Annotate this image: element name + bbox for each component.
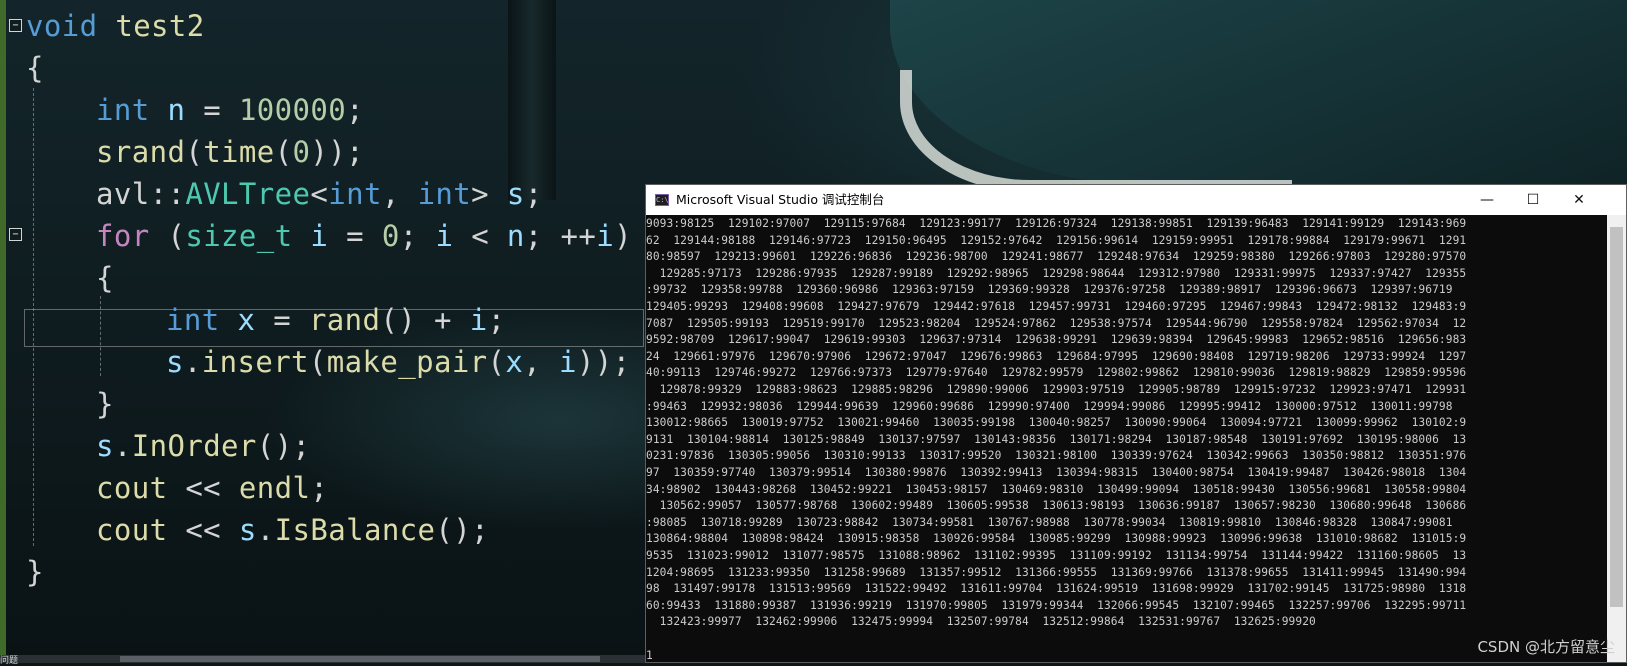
maximize-button[interactable]: ☐ — [1510, 185, 1556, 215]
status-label: 问题 — [0, 656, 19, 666]
code-token: AVLTree — [185, 177, 311, 211]
code-token: srand — [96, 135, 186, 169]
console-output-line: :99732 129358:99788 129360:96986 129363:… — [646, 283, 1453, 297]
horizontal-scrollbar[interactable] — [0, 655, 645, 663]
console-output-line: 130012:98665 130019:97752 130021:99460 1… — [646, 416, 1467, 430]
code-token: n — [167, 93, 186, 127]
code-token: i — [596, 219, 615, 253]
console-output-line: 24 129661:97976 129670:97906 129672:9704… — [646, 349, 1467, 363]
debug-console-window[interactable]: C:\ Microsoft Visual Studio 调试控制台 — ☐ ✕ … — [645, 184, 1627, 663]
console-output-line: 1 — [646, 648, 653, 662]
code-token: insert — [201, 345, 309, 379]
console-output-line: :99463 129932:98036 129944:99639 129960:… — [646, 399, 1453, 413]
background-image-post — [508, 0, 556, 200]
console-output-line: 129285:97173 129286:97935 129287:99189 1… — [646, 266, 1467, 280]
code-line[interactable]: int x = rand() + i; — [166, 302, 505, 338]
code-token: test2 — [115, 9, 205, 43]
console-output-line: 9131 130104:98814 130125:98849 130137:97… — [646, 432, 1467, 446]
code-token: make_pair — [326, 345, 488, 379]
code-line[interactable]: srand(time(0)); — [96, 134, 364, 170]
code-line[interactable]: { — [96, 260, 114, 296]
console-app-icon: C:\ — [655, 194, 669, 206]
code-line[interactable]: cout << s.IsBalance(); — [96, 512, 489, 548]
code-token: IsBalance — [274, 513, 436, 547]
code-token: 100000 — [238, 93, 347, 127]
code-line[interactable]: for (size_t i = 0; i < n; ++i) — [96, 218, 632, 254]
console-output-line: 60:99433 131880:99387 131936:99219 13197… — [646, 598, 1467, 612]
scrollbar-thumb[interactable] — [1610, 227, 1623, 607]
collapse-icon[interactable]: − — [9, 19, 22, 32]
console-output[interactable]: 9093:98125 129102:97007 129115:97684 129… — [646, 215, 1606, 662]
code-token: rand — [308, 303, 381, 337]
code-line[interactable]: int n = 100000; — [96, 92, 364, 128]
vertical-scrollbar[interactable] — [1607, 215, 1626, 662]
console-output-line: 40:99113 129746:99272 129766:97373 12977… — [646, 366, 1467, 380]
code-token: for — [96, 219, 150, 253]
console-output-line: 9093:98125 129102:97007 129115:97684 129… — [646, 217, 1467, 230]
console-output-line: 129405:99293 129408:99608 129427:97679 1… — [646, 300, 1467, 313]
console-output-line: 132423:99977 132462:99906 132475:99994 1… — [646, 615, 1316, 629]
code-token: avl — [96, 177, 150, 211]
code-token: endl — [238, 471, 311, 505]
code-token: int — [328, 177, 382, 211]
console-output-line: 0231:97836 130305:99056 130310:99133 130… — [646, 449, 1467, 463]
code-token: n — [506, 219, 525, 253]
code-token: int — [96, 93, 150, 127]
console-output-line: 130562:99057 130577:98768 130602:99489 1… — [646, 499, 1467, 513]
code-token: i — [435, 219, 454, 253]
code-line[interactable]: void test2 — [26, 8, 205, 44]
minimize-button[interactable]: — — [1464, 185, 1510, 215]
console-titlebar[interactable]: C:\ Microsoft Visual Studio 调试控制台 — ☐ ✕ — [646, 185, 1626, 215]
code-token: x — [505, 345, 524, 379]
code-token: void — [26, 9, 98, 43]
code-token: size_t — [185, 219, 293, 253]
code-token: x — [237, 303, 256, 337]
code-token: cout — [96, 513, 168, 547]
console-output-line: 62 129144:98188 129146:97723 129150:9649… — [646, 233, 1467, 247]
code-token: int — [417, 177, 472, 211]
console-output-line: 130864:98804 130898:98424 130915:98358 1… — [646, 532, 1467, 546]
code-line[interactable]: cout << endl; — [96, 470, 328, 506]
code-token: s — [166, 345, 184, 379]
scrollbar-thumb[interactable] — [120, 656, 600, 662]
close-button[interactable]: ✕ — [1556, 185, 1602, 215]
code-token: s — [238, 513, 257, 547]
code-token: 0 — [292, 135, 311, 169]
change-margin-bar — [0, 0, 6, 663]
code-line[interactable]: s.InOrder(); — [96, 428, 310, 464]
console-output-line: 9535 131023:99012 131077:98575 131088:98… — [646, 549, 1467, 562]
code-token: time — [203, 135, 275, 169]
console-output-line: 129878:99329 129883:98623 129885:98296 1… — [646, 383, 1467, 396]
console-output-line: 97 130359:97740 130379:99514 130380:9987… — [646, 466, 1467, 479]
csdn-watermark: CSDN @北方留意尘 — [1477, 638, 1615, 656]
collapse-icon[interactable]: − — [9, 228, 22, 241]
code-token: int — [166, 303, 220, 337]
code-token: i — [310, 219, 329, 253]
window-title: Microsoft Visual Studio 调试控制台 — [676, 192, 885, 207]
code-line[interactable]: s.insert(make_pair(x, i)); — [166, 344, 631, 380]
code-line[interactable]: } — [26, 554, 44, 590]
console-output-line: 80:98597 129213:99601 129226:96836 12923… — [646, 250, 1467, 264]
code-token: i — [469, 303, 488, 337]
code-line[interactable]: } — [96, 386, 114, 422]
code-token: cout — [96, 471, 168, 505]
code-line[interactable]: avl::AVLTree<int, int> s; — [96, 176, 543, 212]
code-line[interactable]: { — [26, 50, 44, 86]
console-output-line: 7087 129505:99193 129519:99170 129523:98… — [646, 316, 1467, 330]
background-image-stripe — [900, 70, 1292, 192]
console-output-line: 9592:98709 129617:99047 129619:99303 129… — [646, 333, 1467, 347]
console-output-line: 1204:98695 131233:99350 131258:99689 131… — [646, 565, 1467, 579]
console-output-line: :98085 130718:99289 130723:98842 130734:… — [646, 515, 1453, 529]
code-token: i — [559, 345, 577, 379]
code-token: s — [506, 177, 525, 211]
console-output-line: 98 131497:99178 131513:99569 131522:9949… — [646, 582, 1467, 596]
code-token: InOrder — [131, 429, 257, 463]
code-token: 0 — [381, 219, 400, 253]
console-output-line: 34:98902 130443:98268 130452:99221 13045… — [646, 482, 1467, 496]
code-token: s — [96, 429, 114, 463]
